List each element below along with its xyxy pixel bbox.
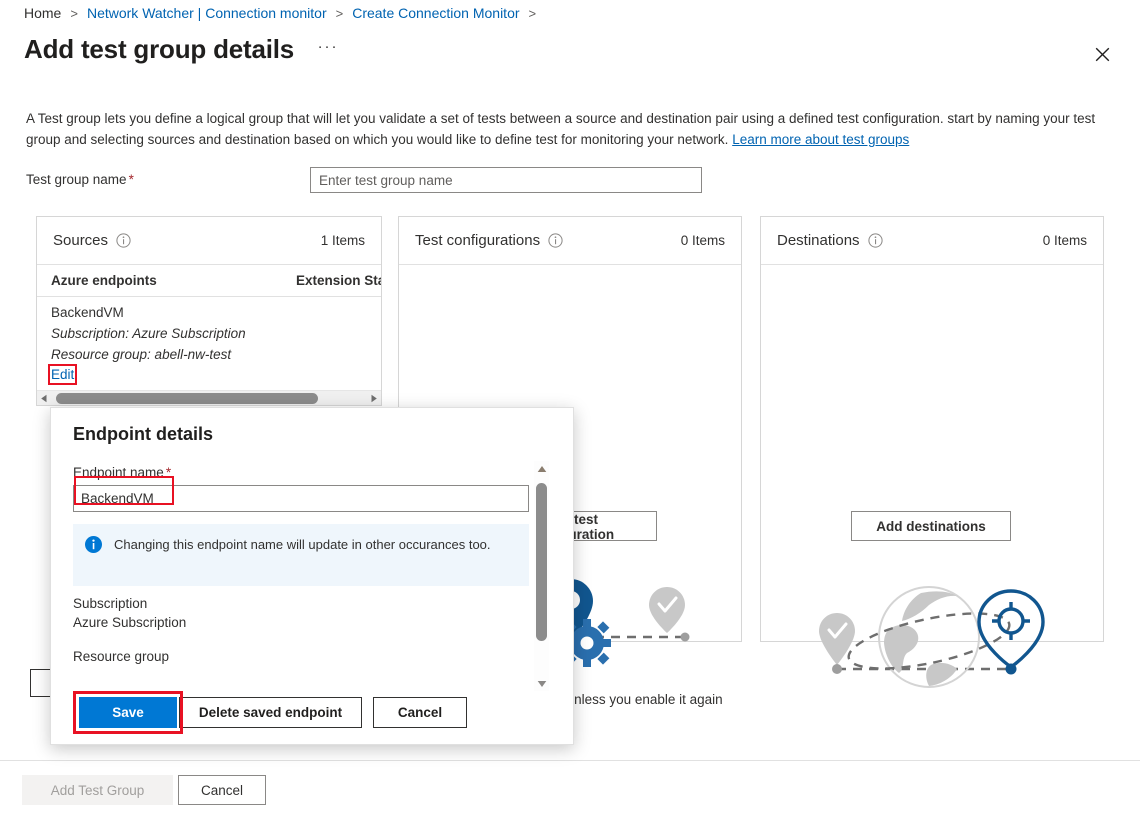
sources-horizontal-scrollbar[interactable]	[37, 390, 381, 405]
title-row: Add test group details ···	[24, 34, 342, 65]
scroll-right-icon[interactable]	[366, 391, 381, 406]
breadcrumb-separator: >	[336, 6, 344, 21]
add-test-group-button[interactable]: Add Test Group	[22, 775, 173, 805]
dialog-delete-saved-endpoint-button[interactable]: Delete saved endpoint	[179, 697, 362, 728]
cancel-button[interactable]: Cancel	[178, 775, 266, 805]
panel-sources-title: Sources	[53, 232, 108, 249]
test-group-name-label-text: Test group name	[26, 172, 127, 187]
close-icon[interactable]	[1086, 38, 1118, 70]
more-options-icon[interactable]: ···	[314, 38, 342, 62]
destinations-illustration	[761, 569, 1105, 704]
dialog-resource-group-label: Resource group	[73, 649, 169, 664]
panel-test-configurations-title: Test configurations	[415, 232, 540, 249]
footer-bar: Add Test Group Cancel	[0, 761, 1140, 824]
endpoint-details-dialog: Endpoint details Endpoint name* Changing…	[50, 407, 574, 745]
info-icon[interactable]	[116, 233, 131, 248]
add-destinations-button[interactable]: Add destinations	[851, 511, 1011, 541]
dialog-cancel-button[interactable]: Cancel	[373, 697, 467, 728]
breadcrumb-item-network-watcher[interactable]: Network Watcher | Connection monitor	[87, 5, 327, 21]
scroll-up-icon[interactable]	[534, 461, 549, 476]
panel-sources-count: 1 Items	[321, 233, 365, 248]
panel-test-configurations-header: Test configurations 0 Items	[399, 217, 741, 265]
required-marker: *	[129, 172, 134, 187]
info-icon[interactable]	[548, 233, 563, 248]
endpoint-name-label: Endpoint name*	[73, 465, 171, 480]
test-group-name-label: Test group name*	[26, 172, 134, 187]
panel-destinations-header: Destinations 0 Items	[761, 217, 1103, 265]
dialog-subscription-value: Azure Subscription	[73, 615, 186, 630]
endpoint-name-input[interactable]	[73, 485, 529, 512]
dialog-subscription-label: Subscription	[73, 596, 147, 611]
dialog-scroll-thumb[interactable]	[536, 483, 547, 641]
sources-column-azure-endpoints: Azure endpoints	[51, 273, 296, 288]
breadcrumb: Home > Network Watcher | Connection moni…	[24, 5, 545, 21]
endpoint-name-label-text: Endpoint name	[73, 465, 164, 480]
info-icon[interactable]	[868, 233, 883, 248]
page-title: Add test group details	[24, 34, 294, 65]
source-subscription: Subscription: Azure Subscription	[51, 323, 381, 344]
breadcrumb-separator: >	[70, 6, 78, 21]
dialog-title: Endpoint details	[73, 424, 213, 445]
sources-column-extension-status: Extension Sta	[296, 273, 382, 288]
breadcrumb-item-home[interactable]: Home	[24, 5, 61, 21]
learn-more-link[interactable]: Learn more about test groups	[732, 132, 909, 147]
scroll-left-icon[interactable]	[37, 391, 52, 406]
info-filled-icon	[85, 536, 102, 558]
info-banner-text: Changing this endpoint name will update …	[114, 535, 491, 554]
required-marker: *	[166, 465, 171, 480]
panel-destinations: Destinations 0 Items	[760, 216, 1104, 642]
source-resource-group: Resource group: abell-nw-test	[51, 344, 381, 365]
sources-column-headers: Azure endpoints Extension Sta	[37, 265, 381, 297]
panel-destinations-title: Destinations	[777, 232, 860, 249]
sources-scroll-track[interactable]	[52, 391, 366, 406]
source-edit-link[interactable]: Edit	[51, 367, 74, 382]
panel-sources: Sources 1 Items Azure endpoints Extensio…	[36, 216, 382, 406]
page-description: A Test group lets you define a logical g…	[26, 108, 1112, 150]
panel-sources-header: Sources 1 Items	[37, 217, 381, 265]
sources-row: BackendVM Subscription: Azure Subscripti…	[37, 297, 381, 382]
description-text: A Test group lets you define a logical g…	[26, 111, 1095, 147]
source-endpoint-name: BackendVM	[51, 303, 381, 323]
sources-scroll-thumb[interactable]	[56, 393, 318, 404]
breadcrumb-item-create-connection-monitor[interactable]: Create Connection Monitor	[352, 5, 519, 21]
dialog-vertical-scrollbar[interactable]	[534, 461, 549, 691]
breadcrumb-separator: >	[529, 6, 537, 21]
endpoint-name-info-banner: Changing this endpoint name will update …	[73, 524, 529, 586]
test-group-name-input[interactable]	[310, 167, 702, 193]
scroll-down-icon[interactable]	[534, 676, 549, 691]
panel-destinations-count: 0 Items	[1043, 233, 1087, 248]
dialog-save-button[interactable]: Save	[79, 697, 177, 728]
panel-test-configurations-count: 0 Items	[681, 233, 725, 248]
page-root: Home > Network Watcher | Connection moni…	[0, 0, 1140, 824]
